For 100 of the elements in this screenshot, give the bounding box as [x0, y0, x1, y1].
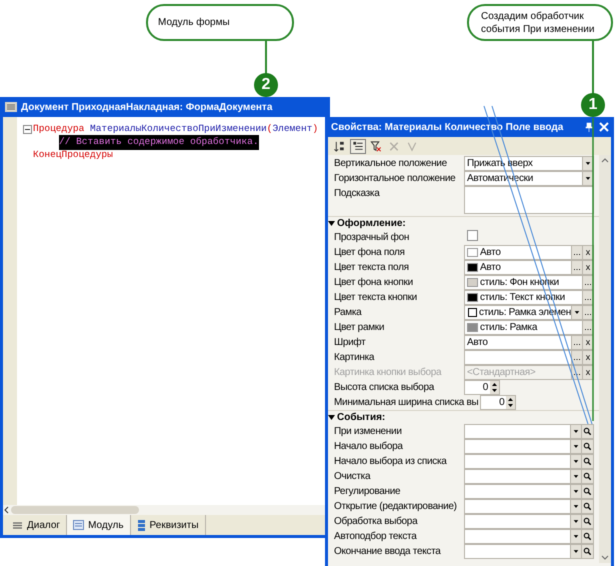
- handler-field[interactable]: [464, 424, 594, 439]
- property-label: Цвет текста поля: [333, 261, 410, 275]
- handler-field[interactable]: [464, 469, 594, 484]
- scroll-left-icon[interactable]: [3, 506, 11, 514]
- expand-triangle-icon[interactable]: [328, 414, 335, 421]
- dropdown-caret-icon[interactable]: [570, 530, 581, 543]
- handler-field[interactable]: [464, 499, 594, 514]
- property-label: Рамка: [333, 306, 363, 320]
- scrollbar-thumb[interactable]: [11, 506, 139, 514]
- field-button[interactable]: ...: [571, 336, 582, 349]
- search-icon[interactable]: [581, 440, 593, 453]
- number-field[interactable]: 0: [480, 395, 516, 410]
- search-icon[interactable]: [581, 530, 593, 543]
- property-label: Регулирование: [333, 485, 402, 499]
- value-field[interactable]: ... x: [464, 350, 594, 365]
- checkbox[interactable]: [467, 230, 478, 241]
- handler-field[interactable]: [464, 454, 594, 469]
- value-field[interactable]: Авто ... x: [464, 245, 594, 260]
- dropdown-caret-icon[interactable]: [570, 455, 581, 468]
- search-icon[interactable]: [581, 425, 593, 438]
- dropdown-caret-icon[interactable]: [570, 485, 581, 498]
- search-icon[interactable]: [581, 545, 593, 558]
- property-label: Цвет текста кнопки: [333, 291, 418, 305]
- field-button[interactable]: x: [582, 351, 593, 364]
- field-button[interactable]: ...: [582, 276, 593, 289]
- handler-field[interactable]: [464, 544, 594, 559]
- field-button[interactable]: ...: [571, 261, 582, 274]
- property-label: Автоподбор текста: [333, 530, 418, 544]
- toolbar-icon[interactable]: [350, 138, 366, 154]
- property-label: Начало выбора из списка: [333, 455, 448, 469]
- vertical-scrollbar[interactable]: [599, 155, 611, 563]
- field-button[interactable]: x: [582, 246, 593, 259]
- property-label: Окончание ввода текста: [333, 545, 442, 559]
- dropdown-caret-icon[interactable]: [570, 515, 581, 528]
- handler-field[interactable]: [464, 514, 594, 529]
- expand-triangle-icon[interactable]: [328, 220, 335, 227]
- property-label: Начало выбора: [333, 440, 404, 454]
- handler-field[interactable]: [464, 529, 594, 544]
- property-label: Горизонтальное положение: [333, 172, 456, 186]
- property-label: Цвет рамки: [333, 321, 386, 335]
- close-icon[interactable]: [599, 122, 609, 132]
- callout-bubble: Создадим обработчик события При изменении: [467, 4, 613, 41]
- scroll-up-icon[interactable]: [601, 157, 609, 163]
- dropdown-caret-icon[interactable]: [570, 500, 581, 513]
- handler-field[interactable]: [464, 484, 594, 499]
- field-button[interactable]: ...: [582, 306, 593, 319]
- property-label: Высота списка выбора: [333, 381, 436, 395]
- lines-icon: [12, 520, 23, 530]
- callout-bubble: Модуль формы: [146, 4, 294, 41]
- database-icon: [136, 520, 146, 530]
- property-label: Картинка: [333, 351, 376, 365]
- field-button[interactable]: ...: [571, 351, 582, 364]
- dropdown-caret-icon[interactable]: [570, 545, 581, 558]
- spinner-arrows-icon[interactable]: [506, 396, 516, 409]
- search-icon[interactable]: [581, 515, 593, 528]
- dropdown-caret-icon[interactable]: [571, 306, 582, 319]
- code-line: Процедура МатериалыКоличествоПриИзменении(Элемент): [33, 122, 318, 136]
- search-icon[interactable]: [581, 470, 593, 483]
- search-icon[interactable]: [581, 500, 593, 513]
- dropdown-caret-icon[interactable]: [570, 440, 581, 453]
- value-field[interactable]: стиль: Рамка ...: [464, 320, 594, 335]
- field-button[interactable]: x: [582, 261, 593, 274]
- field-button[interactable]: ...: [582, 291, 593, 304]
- property-label: Минимальная ширина списка вы: [333, 396, 480, 410]
- property-label: Открытие (редактирование): [333, 500, 458, 514]
- window-icon: [5, 102, 17, 112]
- dropdown-caret-icon[interactable]: [570, 470, 581, 483]
- leader-line: [265, 41, 267, 74]
- frame-swatch-icon: [468, 308, 477, 317]
- search-icon[interactable]: [581, 485, 593, 498]
- property-label: Цвет фона кнопки: [333, 276, 414, 290]
- property-label: Прозрачный фон: [333, 231, 410, 245]
- value-field[interactable]: Авто ... x: [464, 260, 594, 275]
- editor-tab[interactable]: Модуль: [67, 515, 131, 535]
- property-label: Шрифт: [333, 336, 366, 350]
- search-icon[interactable]: [581, 455, 593, 468]
- dropdown-caret-icon[interactable]: [582, 172, 593, 185]
- step-badge: 2: [254, 73, 278, 97]
- handler-field[interactable]: [464, 439, 594, 454]
- step-badge: 1: [581, 93, 605, 117]
- pin-icon[interactable]: [585, 122, 593, 132]
- dropdown-caret-icon[interactable]: [570, 425, 581, 438]
- field-button[interactable]: ...: [571, 246, 582, 259]
- toolbar-icon[interactable]: [368, 138, 384, 154]
- spinner-arrows-icon[interactable]: [490, 381, 499, 394]
- number-field[interactable]: 0: [464, 380, 500, 395]
- field-button[interactable]: ...: [582, 321, 593, 334]
- scroll-down-icon[interactable]: [601, 555, 609, 561]
- property-label: Вертикальное положение: [333, 157, 448, 171]
- code-line: КонецПроцедуры: [33, 148, 113, 162]
- collapse-icon[interactable]: [22, 125, 32, 134]
- value-field[interactable]: Авто ... x: [464, 335, 594, 350]
- document-icon: [73, 520, 84, 530]
- category-header[interactable]: Оформление:: [328, 216, 599, 230]
- window-title: Документ ПриходнаяНакладная: ФормаДокумента: [21, 100, 272, 114]
- property-label: Цвет фона поля: [333, 246, 406, 260]
- property-label: Подсказка: [333, 187, 381, 201]
- leader-line: [592, 41, 594, 94]
- field-button[interactable]: x: [582, 336, 593, 349]
- dropdown-caret-icon[interactable]: [582, 157, 593, 170]
